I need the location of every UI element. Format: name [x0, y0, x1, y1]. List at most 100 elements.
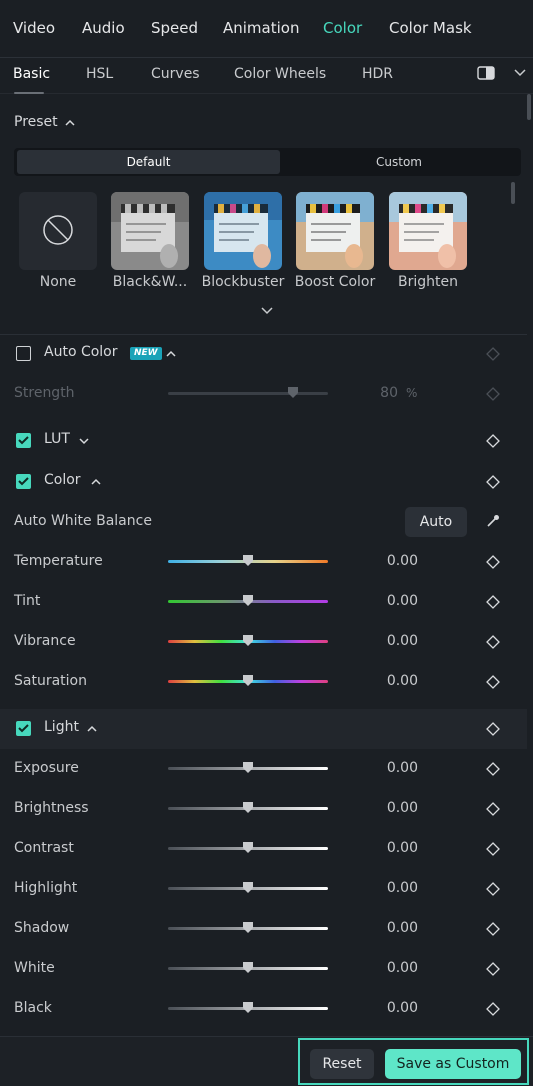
chevron-up-icon[interactable] [65, 119, 75, 126]
keyframe-diamond-icon[interactable] [486, 882, 500, 896]
light-slider-row: Exposure 0.00 [0, 749, 527, 789]
strength-slider[interactable] [168, 387, 328, 398]
slider-knob[interactable] [243, 882, 253, 893]
light-slider-value: 0.00 [386, 800, 418, 816]
auto-color-checkbox[interactable] [16, 346, 31, 361]
strength-row: Strength 80 % [0, 374, 527, 414]
light-slider[interactable] [168, 842, 328, 853]
slider-knob[interactable] [243, 555, 253, 566]
preset-scrollbar[interactable] [511, 182, 515, 204]
slider-knob[interactable] [243, 842, 253, 853]
keyframe-diamond-icon[interactable] [486, 1002, 500, 1016]
tab-audio[interactable]: Audio [82, 19, 125, 37]
light-slider[interactable] [168, 962, 328, 973]
light-slider-row: Highlight 0.00 [0, 869, 527, 909]
panel-scrollbar[interactable] [527, 94, 531, 120]
keyframe-diamond-icon[interactable] [486, 762, 500, 776]
chevron-up-icon[interactable] [91, 478, 101, 485]
chevron-up-icon[interactable] [87, 725, 97, 732]
light-slider[interactable] [168, 922, 328, 933]
keyframe-diamond-icon[interactable] [486, 555, 500, 569]
color-checkbox[interactable] [16, 474, 31, 489]
tab-color-mask[interactable]: Color Mask [389, 19, 472, 37]
slider-knob[interactable] [243, 802, 253, 813]
auto-color-row: Auto Color NEW [0, 334, 527, 374]
preset-brighten[interactable]: Brighten [389, 192, 467, 290]
preset-boost-color[interactable]: Boost Color [295, 192, 375, 290]
clapperboard-thumbnail [296, 192, 374, 270]
preset-label: Brighten [398, 274, 458, 290]
light-slider[interactable] [168, 802, 328, 813]
strength-label: Strength [14, 385, 75, 401]
keyframe-diamond-icon[interactable] [486, 842, 500, 856]
split-compare-icon[interactable] [477, 66, 495, 80]
slider-knob[interactable] [243, 922, 253, 933]
segment-default[interactable]: Default [17, 150, 280, 174]
light-slider[interactable] [168, 762, 328, 773]
slider-knob[interactable] [243, 762, 253, 773]
keyframe-diamond-icon[interactable] [486, 635, 500, 649]
sub-tab-bar: Basic HSL Curves Color Wheels HDR [0, 58, 533, 94]
subtab-hsl[interactable]: HSL [86, 66, 113, 82]
color-slider[interactable] [168, 555, 328, 566]
color-slider[interactable] [168, 595, 328, 606]
keyframe-diamond-icon[interactable] [486, 434, 500, 448]
preset-black-white[interactable]: Black&W... [111, 192, 189, 290]
color-section-header: Color [0, 462, 527, 502]
subtab-hdr[interactable]: HDR [362, 66, 393, 82]
auto-color-label: Auto Color [44, 344, 118, 360]
keyframe-diamond-icon[interactable] [486, 595, 500, 609]
chevron-down-icon[interactable] [261, 307, 273, 315]
light-slider-label: Contrast [14, 840, 74, 856]
reset-button[interactable]: Reset [310, 1049, 374, 1079]
keyframe-diamond-icon[interactable] [486, 475, 500, 489]
light-checkbox[interactable] [16, 721, 31, 736]
lut-row: LUT [0, 421, 527, 461]
strength-unit: % [406, 386, 418, 400]
tab-color[interactable]: Color [323, 19, 362, 37]
light-slider[interactable] [168, 882, 328, 893]
slider-knob[interactable] [243, 675, 253, 686]
subtab-basic[interactable]: Basic [13, 66, 50, 82]
keyframe-diamond-icon[interactable] [486, 802, 500, 816]
color-slider[interactable] [168, 675, 328, 686]
chevron-down-icon[interactable] [514, 68, 526, 78]
tab-video[interactable]: Video [13, 19, 55, 37]
chevron-up-icon[interactable] [166, 350, 176, 357]
slider-knob[interactable] [287, 387, 298, 398]
auto-white-balance-button[interactable]: Auto [405, 507, 467, 537]
light-slider-value: 0.00 [386, 920, 418, 936]
preset-label: Blockbuster [201, 274, 285, 290]
color-slider-value: 0.00 [386, 553, 418, 569]
slider-knob[interactable] [243, 595, 253, 606]
color-slider[interactable] [168, 635, 328, 646]
preset-label: None [39, 274, 77, 290]
slider-knob[interactable] [243, 635, 253, 646]
light-slider-row: Black 0.00 [0, 989, 527, 1029]
subtab-color-wheels[interactable]: Color Wheels [234, 66, 326, 82]
color-slider-row: Temperature 0.00 [0, 542, 527, 582]
tab-animation[interactable]: Animation [223, 19, 299, 37]
preset-blockbuster[interactable]: Blockbuster [202, 192, 284, 290]
preset-none[interactable]: None [19, 192, 97, 290]
light-slider-label: Exposure [14, 760, 79, 776]
keyframe-diamond-icon[interactable] [486, 962, 500, 976]
tab-speed[interactable]: Speed [151, 19, 198, 37]
chevron-down-icon[interactable] [79, 438, 89, 445]
keyframe-diamond-icon[interactable] [486, 722, 500, 736]
light-slider-value: 0.00 [386, 840, 418, 856]
lut-checkbox[interactable] [16, 433, 31, 448]
subtab-curves[interactable]: Curves [151, 66, 200, 82]
light-slider[interactable] [168, 1002, 328, 1013]
slider-knob[interactable] [243, 1002, 253, 1013]
preset-heading: Preset [14, 114, 58, 130]
keyframe-diamond-icon[interactable] [486, 922, 500, 936]
light-slider-label: Black [14, 1000, 52, 1016]
color-slider-label: Tint [14, 593, 41, 609]
lut-label: LUT [44, 431, 70, 447]
segment-custom[interactable]: Custom [280, 150, 518, 174]
slider-knob[interactable] [243, 962, 253, 973]
keyframe-diamond-icon[interactable] [486, 675, 500, 689]
save-as-custom-button[interactable]: Save as Custom [385, 1049, 521, 1079]
eyedropper-icon[interactable] [486, 514, 500, 528]
